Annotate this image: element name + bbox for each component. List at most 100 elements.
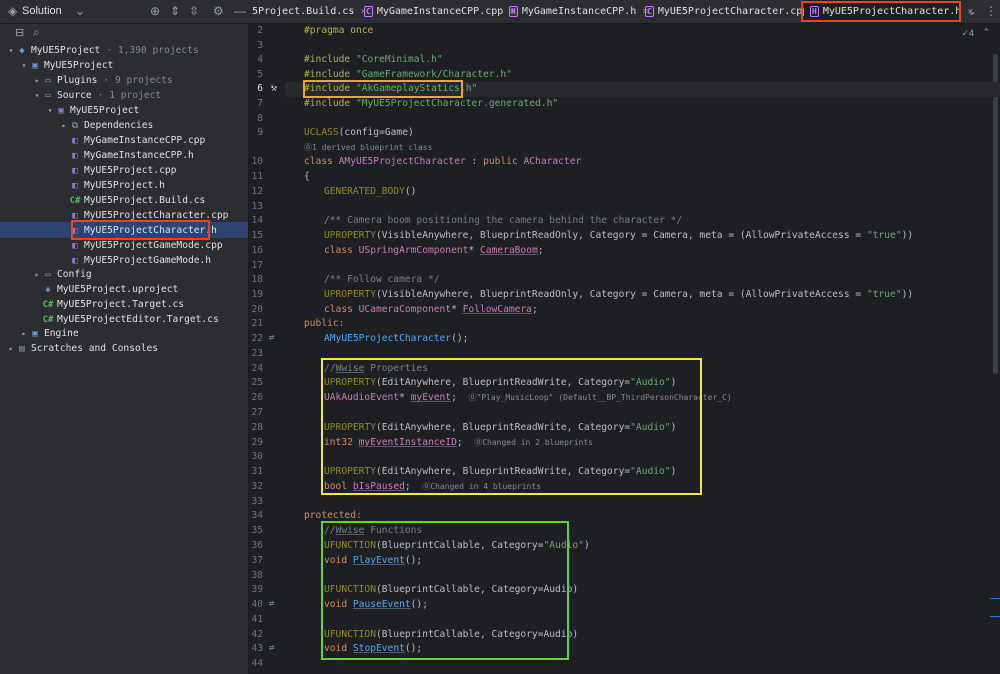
csharp-file-icon: C# xyxy=(42,299,54,310)
cpp-project-icon: ▣ xyxy=(58,105,64,116)
tree-item-scratches[interactable]: ▸ ▤ Scratches and Consoles xyxy=(6,341,159,356)
tree-item-label: Config xyxy=(57,269,92,280)
tab-label: MyGameInstanceCPP.cpp xyxy=(376,6,504,17)
inspection-widget[interactable]: ✓4 xyxy=(961,28,974,39)
line-number: 3 xyxy=(257,40,263,51)
line-number: 6 xyxy=(257,83,263,94)
tree-item-config[interactable]: ▸ ▭ Config xyxy=(32,267,92,282)
code-line-28: UPROPERTY(EditAnywhere, BlueprintReadWri… xyxy=(324,422,677,433)
line-number: 8 xyxy=(257,113,263,124)
code-line-39: UFUNCTION(BlueprintCallable, Category=Au… xyxy=(324,584,579,595)
tree-item-plugins[interactable]: ▸ ▭ Plugins · 9 projects xyxy=(32,73,173,88)
locate-icon[interactable]: ⊕ xyxy=(150,4,160,18)
code-line-18: /** Follow camera */ xyxy=(324,274,440,285)
tree-item-label: Scratches and Consoles xyxy=(31,343,159,354)
tree-item-solution[interactable]: ▾ ◆ MyUE5Project · 1,390 projects xyxy=(6,43,199,58)
gear-icon[interactable]: ⚙ xyxy=(213,4,224,18)
chevron-down-icon[interactable]: ▾ xyxy=(45,106,55,115)
vertical-scrollbar[interactable] xyxy=(993,54,998,374)
code-hint-26[interactable]: ⓪"Play_MusicLoop" (Default__BP_ThirdPers… xyxy=(468,393,731,402)
chevron-down-icon[interactable]: ▾ xyxy=(19,61,29,70)
tree-item-file[interactable]: ◧ MyUE5Project.h xyxy=(69,178,165,193)
collapse-icon[interactable]: ⊟ xyxy=(15,26,24,39)
hammer-icon[interactable]: ⚒ xyxy=(271,83,277,94)
cpp-file-icon: ◧ xyxy=(72,165,78,176)
code-hint-9[interactable]: ⓪1 derived blueprint class xyxy=(304,141,432,156)
tree-item-file[interactable]: ◧ MyUE5ProjectGameMode.cpp xyxy=(69,238,222,253)
scratches-icon: ▤ xyxy=(19,343,25,354)
tree-item-label: MyUE5Project xyxy=(44,60,114,71)
line-number: 16 xyxy=(251,245,263,256)
tree-item-label: Plugins xyxy=(57,75,98,86)
code-line-21: public: xyxy=(304,318,345,329)
line-number: 12 xyxy=(251,186,263,197)
tab-label: MyUE5ProjectCharacter.cpp xyxy=(657,6,809,17)
tree-item-file[interactable]: ◈ MyUE5Project.uproject xyxy=(42,282,178,297)
line-number: 5 xyxy=(257,69,263,80)
chevron-down-icon[interactable]: ⌄ xyxy=(967,4,977,18)
code-line-12: GENERATED_BODY() xyxy=(324,186,417,197)
tree-item-file[interactable]: ◧ MyUE5ProjectCharacter.cpp xyxy=(69,208,228,223)
tree-item-dependencies[interactable]: ▸ ⧉ Dependencies xyxy=(59,118,154,133)
tree-item-file[interactable]: ◧ MyUE5Project.cpp xyxy=(69,163,176,178)
line-number: 7 xyxy=(257,98,263,109)
chevron-right-icon[interactable]: ▸ xyxy=(6,344,16,353)
tree-item-file[interactable]: ◧ MyGameInstanceCPP.cpp xyxy=(69,133,205,148)
tree-item-file[interactable]: C# MyUE5Project.Target.cs xyxy=(42,297,185,312)
code-hint-32[interactable]: ⓪Changed in 4 blueprints xyxy=(422,482,541,491)
line-number: 17 xyxy=(251,260,263,271)
header-file-icon: ◧ xyxy=(72,180,78,191)
implementation-navigate-icon[interactable]: ⇄ xyxy=(269,643,274,653)
code-line-29: int32 myEventInstanceID; ⓪Changed in 2 b… xyxy=(324,437,593,448)
tab-build-cs[interactable]: 5Project.Build.cs × xyxy=(252,0,366,23)
chevron-down-icon[interactable]: ▾ xyxy=(32,91,42,100)
code-editor[interactable]: 2 3 4 5 6 7 8 9 10 11 12 13 14 15 16 17 18 19 20 21 22 23 24 25… xyxy=(249,24,1000,674)
tree-item-project[interactable]: ▾ ▣ MyUE5Project xyxy=(19,58,114,73)
line-number: 25 xyxy=(251,377,263,388)
expand-all-icon[interactable]: ⇕ xyxy=(170,4,180,18)
collapse-all-icon[interactable]: ⇳ xyxy=(189,4,199,18)
line-number: 37 xyxy=(251,555,263,566)
solution-selector[interactable]: Solution xyxy=(22,5,62,17)
chevron-right-icon[interactable]: ▸ xyxy=(32,270,42,279)
tree-item-file-selected[interactable]: ◧ MyUE5ProjectCharacter.h xyxy=(69,223,217,238)
tab-character-cpp[interactable]: C MyUE5ProjectCharacter.cpp × xyxy=(645,0,820,23)
chevron-down-icon[interactable]: ▾ xyxy=(6,46,16,55)
code-line-35: //Wwise Functions xyxy=(324,525,423,536)
tree-item-file[interactable]: C# MyUE5Project.Build.cs xyxy=(69,193,206,208)
line-number: 11 xyxy=(251,171,263,182)
tree-item-source-project[interactable]: ▾ ▣ MyUE5Project xyxy=(45,103,140,118)
implementation-navigate-icon[interactable]: ⇄ xyxy=(269,333,274,343)
tree-item-engine[interactable]: ▸ ▣ Engine xyxy=(19,326,79,341)
search-icon[interactable]: ⌕ xyxy=(33,25,40,40)
code-line-37: void PlayEvent(); xyxy=(324,555,423,566)
code-line-5: #include "GameFramework/Character.h" xyxy=(304,69,512,80)
code-hint-29[interactable]: ⓪Changed in 2 blueprints xyxy=(474,438,593,447)
cpp-file-icon: ◧ xyxy=(72,240,78,251)
code-line-25: UPROPERTY(EditAnywhere, BlueprintReadWri… xyxy=(324,377,677,388)
tree-item-file[interactable]: ◧ MyUE5ProjectGameMode.h xyxy=(69,253,211,268)
chevron-up-icon[interactable]: ⌃ xyxy=(982,27,990,38)
tree-item-file[interactable]: ◧ MyGameInstanceCPP.h xyxy=(69,148,193,163)
tree-item-file[interactable]: C# MyUE5ProjectEditor.Target.cs xyxy=(42,312,219,327)
blueprint-icon: ⓪ xyxy=(474,438,483,447)
chevron-down-icon[interactable]: ⌄ xyxy=(75,4,85,18)
line-number: 39 xyxy=(251,584,263,595)
tab-gameinstance-h[interactable]: H MyGameInstanceCPP.h × xyxy=(509,0,648,23)
chevron-right-icon[interactable]: ▸ xyxy=(32,76,42,85)
line-number: 31 xyxy=(251,466,263,477)
tab-gameinstance-cpp[interactable]: C MyGameInstanceCPP.cpp × xyxy=(364,0,515,23)
more-icon[interactable]: ⋮ xyxy=(985,4,997,18)
solution-toolbar: ◈ Solution ⌄ ⊕ ⇕ ⇳ ⚙ — xyxy=(0,0,248,23)
solution-explorer: ⊟ ⌕ ▾ ◆ MyUE5Project · 1,390 projects ▾ … xyxy=(0,24,249,674)
implementation-navigate-icon[interactable]: ⇄ xyxy=(269,599,274,609)
chevron-right-icon[interactable]: ▸ xyxy=(19,329,29,338)
tab-character-h-active[interactable]: H MyUE5ProjectCharacter.h × xyxy=(804,0,973,23)
tree-item-label: MyUE5Project.Build.cs xyxy=(84,195,206,206)
line-number: 33 xyxy=(251,496,263,507)
minimize-icon[interactable]: — xyxy=(234,4,246,18)
tree-item-source[interactable]: ▾ ▭ Source · 1 project xyxy=(32,88,162,103)
chevron-right-icon[interactable]: ▸ xyxy=(59,121,69,130)
line-number: 19 xyxy=(251,289,263,300)
code-line-9: UCLASS(config=Game) xyxy=(304,127,414,138)
